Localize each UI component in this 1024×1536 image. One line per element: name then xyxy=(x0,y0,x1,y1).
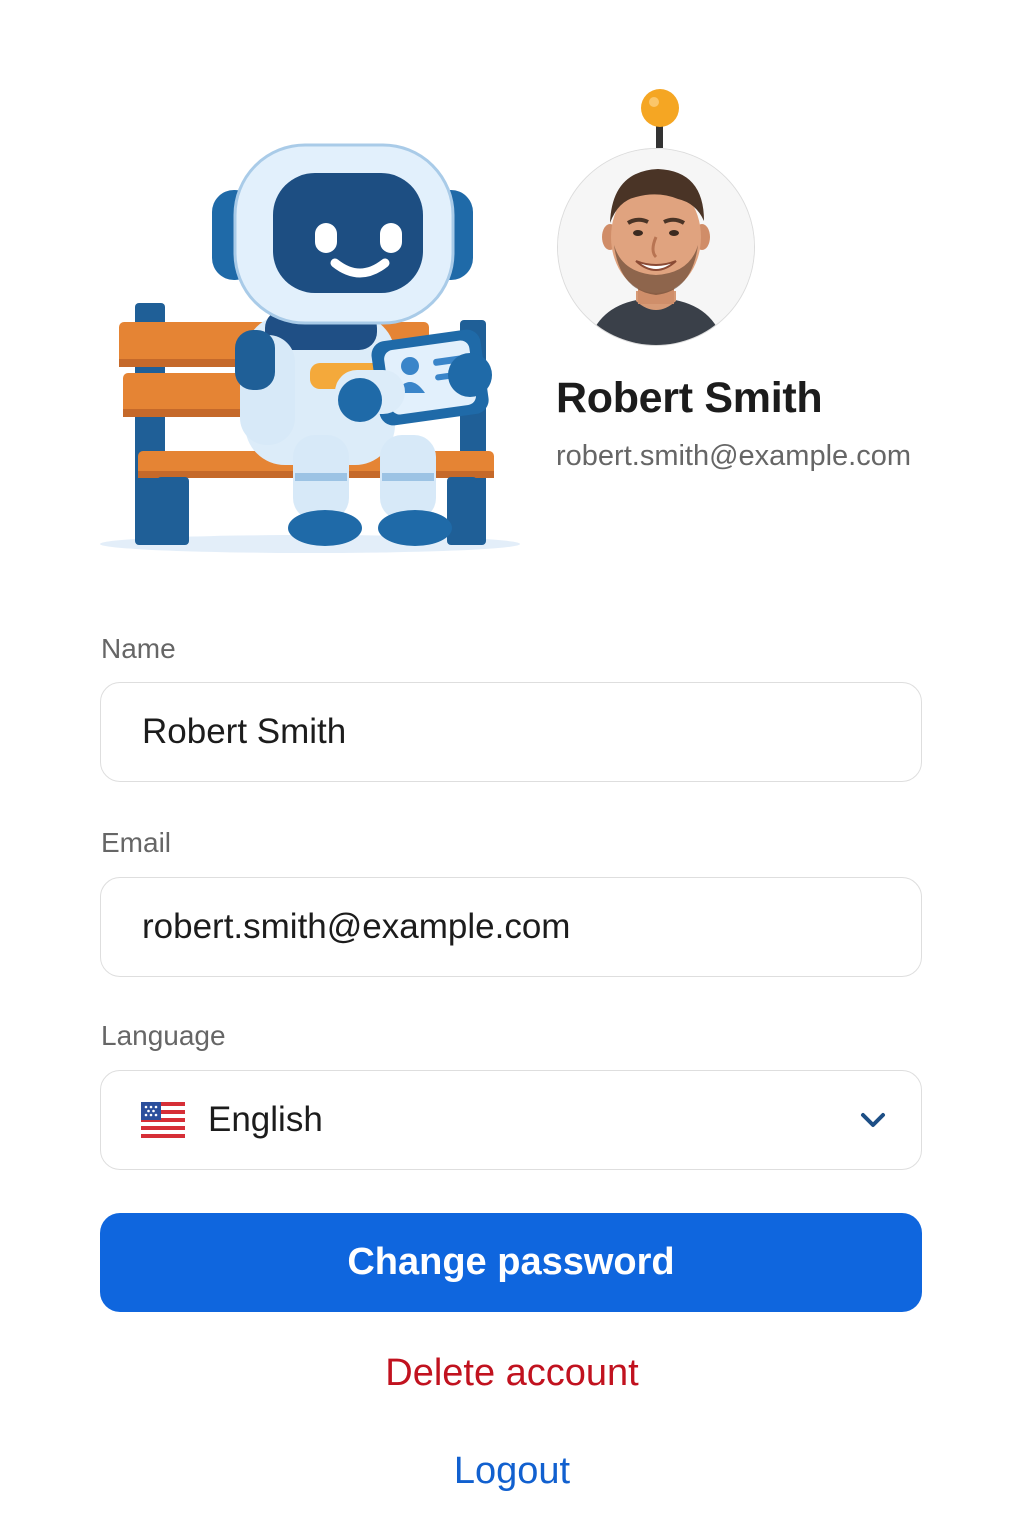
logout-link[interactable]: Logout xyxy=(454,1450,570,1492)
robot-on-bench-illustration xyxy=(100,143,520,553)
email-label: Email xyxy=(101,827,172,858)
name-field-value[interactable]: Robert Smith xyxy=(142,712,346,752)
logout-container: Logout xyxy=(0,1450,1024,1493)
language-value: English xyxy=(208,1100,323,1139)
language-select[interactable]: English xyxy=(100,1070,922,1170)
delete-account-link[interactable]: Delete account xyxy=(385,1352,639,1394)
pin-icon xyxy=(641,89,679,148)
language-label: Language xyxy=(101,1020,226,1051)
profile-name: Robert Smith xyxy=(556,374,823,422)
name-label: Name xyxy=(101,633,176,664)
email-field[interactable]: robert.smith@example.com xyxy=(100,877,922,977)
chevron-down-icon[interactable] xyxy=(859,1109,887,1131)
profile-email: robert.smith@example.com xyxy=(556,440,911,472)
email-field-value[interactable]: robert.smith@example.com xyxy=(142,907,570,947)
user-portrait-icon xyxy=(558,149,754,345)
change-password-button[interactable]: Change password xyxy=(100,1213,922,1312)
avatar[interactable] xyxy=(557,148,755,346)
us-flag-icon xyxy=(141,1102,185,1138)
profile-header: Robert Smith robert.smith@example.com xyxy=(0,0,1024,600)
name-field[interactable]: Robert Smith xyxy=(100,682,922,782)
delete-account-container: Delete account xyxy=(0,1352,1024,1395)
